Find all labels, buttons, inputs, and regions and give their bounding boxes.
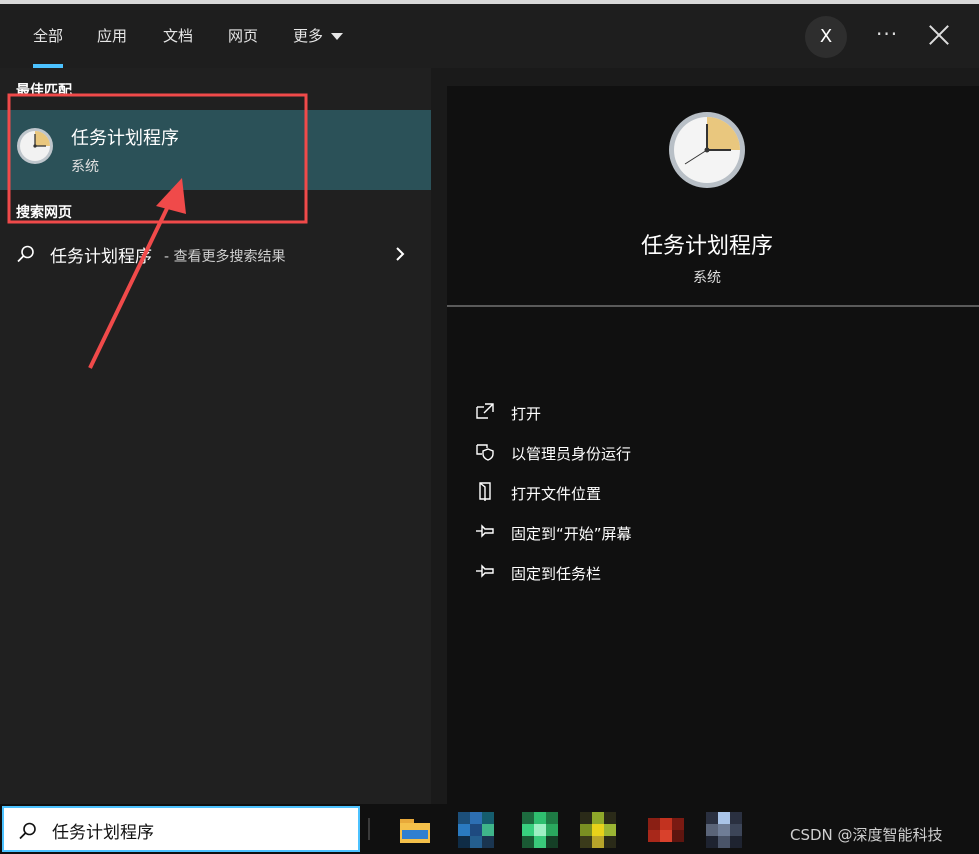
search-input[interactable] (52, 816, 342, 844)
file-location-icon (479, 482, 491, 501)
web-result-subtitle: - 查看更多搜索结果 (164, 249, 286, 265)
detail-title: 任务计划程序 (640, 234, 773, 259)
web-search-result[interactable]: 任务计划程序 - 查看更多搜索结果 (0, 236, 431, 272)
taskbar-app-icon[interactable] (520, 810, 560, 850)
action-open-file-location[interactable]: 打开文件位置 (475, 477, 955, 507)
chevron-right-icon[interactable] (393, 244, 407, 264)
app-detail-card: 任务计划程序 系统 (447, 86, 979, 306)
taskbar-app-icon[interactable] (456, 810, 496, 850)
action-run-as-admin[interactable]: 以管理员身份运行 (475, 437, 955, 467)
action-open-file-location-label: 打开文件位置 (511, 485, 602, 503)
taskbar-app-icon[interactable] (704, 810, 744, 850)
action-list: 打开 以管理员身份运行 打开文件位置 固定到“开始”屏幕 固定到任务栏 (447, 307, 979, 804)
action-open-label: 打开 (511, 405, 542, 423)
search-icon (19, 822, 36, 840)
web-result-title: 任务计划程序 (50, 247, 152, 267)
action-pin-to-taskbar-label: 固定到任务栏 (511, 565, 602, 583)
account-avatar[interactable]: X (805, 16, 847, 58)
action-pin-to-taskbar[interactable]: 固定到任务栏 (475, 557, 955, 587)
watermark-text: CSDN @深度智能科技 (790, 826, 943, 844)
tab-more[interactable]: 更多 (293, 4, 344, 68)
action-open[interactable]: 打开 (475, 397, 955, 427)
start-search-window: 全部 应用 文档 网页 更多 X ··· 最佳匹配 任务计划程序 系统 搜索网页 (0, 0, 979, 854)
best-match-result[interactable]: 任务计划程序 系统 (0, 110, 431, 190)
more-options-icon[interactable]: ··· (876, 22, 898, 46)
taskbar: CSDN @深度智能科技 (0, 804, 979, 854)
results-panel: 最佳匹配 任务计划程序 系统 搜索网页 任务计划程序 - 查看更多搜索结果 (0, 68, 431, 804)
file-explorer-icon[interactable] (396, 810, 436, 850)
clock-icon (17, 128, 53, 164)
search-icon (17, 245, 34, 263)
tab-web[interactable]: 网页 (228, 4, 258, 68)
detail-subtitle: 系统 (693, 270, 721, 286)
best-match-heading: 最佳匹配 (16, 83, 72, 99)
tab-all[interactable]: 全部 (33, 4, 64, 68)
taskbar-search-box[interactable] (2, 806, 360, 852)
tab-more-label: 更多 (293, 27, 324, 45)
search-tab-bar: 全部 应用 文档 网页 更多 X ··· (0, 4, 979, 68)
taskbar-separator (368, 818, 370, 840)
action-run-as-admin-label: 以管理员身份运行 (511, 445, 632, 463)
taskbar-app-icon[interactable] (578, 810, 618, 850)
action-pin-to-start[interactable]: 固定到“开始”屏幕 (475, 517, 955, 547)
pin-icon (476, 564, 494, 578)
tab-apps[interactable]: 应用 (97, 4, 127, 68)
web-search-heading: 搜索网页 (16, 205, 72, 221)
taskbar-app-icon[interactable] (646, 810, 686, 850)
clock-icon (669, 112, 745, 188)
pin-icon (476, 524, 494, 538)
best-match-title: 任务计划程序 (71, 128, 179, 149)
caret-down-icon (331, 33, 344, 40)
close-icon[interactable] (928, 24, 950, 46)
tab-documents[interactable]: 文档 (163, 4, 193, 68)
best-match-subtitle: 系统 (71, 159, 99, 175)
open-icon (476, 403, 494, 419)
action-pin-to-start-label: 固定到“开始”屏幕 (511, 525, 632, 543)
detail-panel: 任务计划程序 系统 打开 以管理员身份运行 打开文件位置 固定到“开始”屏幕 固… (431, 68, 979, 804)
shield-icon (476, 444, 494, 461)
